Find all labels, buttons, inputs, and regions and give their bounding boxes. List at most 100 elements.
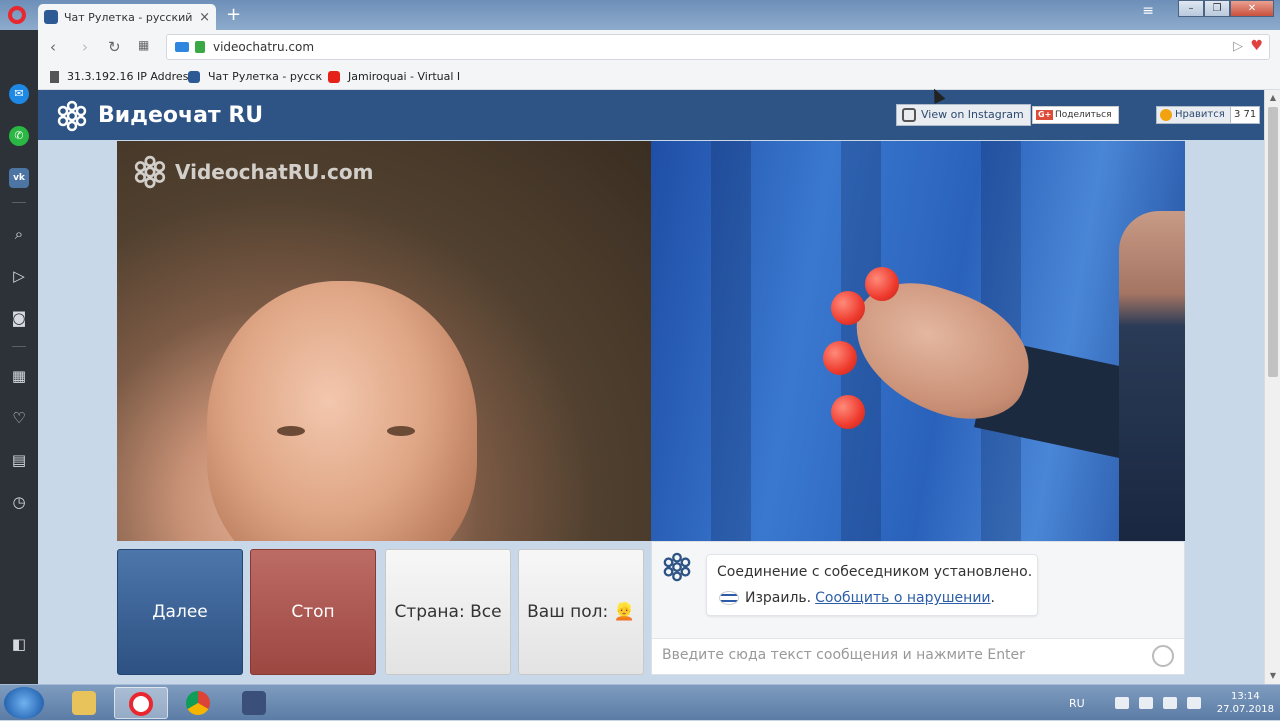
- back-button[interactable]: ‹: [50, 38, 56, 56]
- local-video: VideochatRU.com: [117, 141, 651, 541]
- like-count: 3 71: [1230, 106, 1261, 124]
- opera-logo-icon[interactable]: [8, 6, 26, 24]
- screen-recorder-icon: [242, 691, 266, 715]
- bookmark-jamiroquai[interactable]: Jamiroquai - Virtual I: [328, 70, 460, 83]
- address-bar[interactable]: videochatru.com ▷ ♥: [166, 34, 1270, 60]
- browser-menu-icon[interactable]: ≡: [1142, 3, 1154, 19]
- gender-select-button[interactable]: Ваш пол: 👱: [518, 549, 644, 675]
- video-watermark: VideochatRU.com: [133, 155, 373, 189]
- curtain-fold: [711, 141, 751, 541]
- google-plus-icon: G+: [1036, 110, 1054, 120]
- bookmark-label: 31.3.192.16 IP Addres: [67, 70, 189, 83]
- taskbar-screen-recorder[interactable]: [228, 687, 282, 719]
- site-title[interactable]: Видеочат RU: [98, 103, 263, 128]
- windows-taskbar: RU 13:14 27.07.2018: [0, 684, 1280, 720]
- history-icon[interactable]: ◷: [9, 492, 29, 512]
- report-violation-link[interactable]: Сообщить о нарушении: [815, 590, 990, 606]
- device-icon[interactable]: [1138, 697, 1153, 709]
- odnoklassniki-icon: [1160, 109, 1172, 121]
- partner-country: Израиль.: [745, 590, 812, 606]
- page-scrollbar[interactable]: ▲ ▼: [1264, 90, 1280, 684]
- heart-icon[interactable]: ♡: [9, 408, 29, 428]
- chat-input-row: [652, 638, 1184, 674]
- lock-icon[interactable]: [195, 41, 205, 53]
- browser-tab[interactable]: Чат Рулетка - русский ви ×: [38, 4, 216, 30]
- chat-message-input[interactable]: [662, 647, 1142, 663]
- site-header: Видеочат RU View on Instagram G+ Поделит…: [38, 90, 1264, 140]
- search-icon[interactable]: ⌕: [9, 224, 29, 244]
- close-window-button[interactable]: ✕: [1230, 0, 1274, 17]
- site-favicon-icon: [44, 10, 58, 24]
- camera-icon[interactable]: ◙: [9, 308, 29, 328]
- partner-person: [1119, 211, 1185, 541]
- volume-icon[interactable]: [1186, 697, 1201, 709]
- speed-dial-icon[interactable]: ▦: [9, 366, 29, 386]
- scroll-up-arrow-icon[interactable]: ▲: [1265, 90, 1280, 106]
- taskbar-explorer[interactable]: [58, 687, 112, 719]
- opera-sidebar: ✉ ✆ vk ⌕ ▷ ◙ ▦ ♡ ▤ ◷ ◧: [0, 30, 38, 684]
- clock-time: 13:14: [1230, 691, 1260, 702]
- taskbar-opera[interactable]: [114, 687, 168, 719]
- israel-flag-icon: [719, 591, 739, 605]
- network-icon[interactable]: [1162, 697, 1177, 709]
- country-filter-button[interactable]: Страна: Все: [385, 549, 511, 675]
- stop-button[interactable]: Стоп: [250, 549, 376, 675]
- eye: [277, 426, 305, 436]
- page: Видеочат RU View on Instagram G+ Поделит…: [38, 90, 1264, 684]
- new-tab-button[interactable]: +: [226, 5, 241, 25]
- clock[interactable]: 13:14 27.07.2018: [1217, 690, 1274, 716]
- scroll-down-arrow-icon[interactable]: ▼: [1265, 668, 1280, 684]
- system-tray: RU 13:14 27.07.2018: [1069, 685, 1274, 721]
- reload-button[interactable]: ↻: [108, 38, 121, 56]
- chrome-icon: [186, 691, 210, 715]
- bookmark-label: Jamiroquai - Virtual I: [348, 70, 461, 83]
- red-ball: [831, 291, 865, 325]
- news-icon[interactable]: ▤: [9, 450, 29, 470]
- navigation-bar: ‹ › ↻ ▦ videochatru.com ▷ ♥: [38, 30, 1280, 64]
- maximize-button[interactable]: ❐: [1204, 0, 1230, 17]
- send-icon[interactable]: ▷: [9, 266, 29, 286]
- emoji-smile-icon[interactable]: [1152, 645, 1174, 667]
- red-ball: [823, 341, 857, 375]
- view-on-instagram-button[interactable]: View on Instagram: [896, 104, 1031, 126]
- site-logo-icon[interactable]: [56, 100, 88, 132]
- taskbar-chrome[interactable]: [172, 687, 226, 719]
- instagram-icon: [902, 108, 916, 122]
- flag-icon[interactable]: [1114, 697, 1129, 709]
- connection-status-text: Соединение с собеседником установлено.: [717, 564, 1033, 580]
- language-indicator[interactable]: RU: [1069, 697, 1085, 710]
- vk-icon[interactable]: vk: [9, 168, 29, 188]
- minimize-button[interactable]: –: [1178, 0, 1204, 17]
- clock-date: 27.07.2018: [1216, 704, 1274, 715]
- messenger-icon[interactable]: ✉: [9, 84, 29, 104]
- url-text[interactable]: videochatru.com: [213, 40, 314, 54]
- page-icon: [50, 70, 59, 83]
- partner-country-line: Израиль. Сообщить о нарушении .: [719, 590, 995, 606]
- start-button[interactable]: [4, 687, 44, 719]
- sidebar-toggle-icon[interactable]: ◧: [9, 634, 29, 654]
- send-icon[interactable]: ▷: [1233, 39, 1243, 54]
- browser-titlebar: Чат Рулетка - русский ви × + ≡ – ❐ ✕: [0, 0, 1280, 30]
- opera-icon: [129, 692, 153, 716]
- like-label: Нравится: [1175, 109, 1225, 120]
- share-button[interactable]: G+ Поделиться: [1032, 106, 1119, 124]
- scroll-thumb[interactable]: [1268, 107, 1278, 377]
- bookmarks-bar: 31.3.192.16 IP Addres Чат Рулетка - русс…: [38, 64, 1280, 90]
- bookmark-chat-roulette[interactable]: Чат Рулетка - русск: [188, 70, 322, 83]
- next-button[interactable]: Далее: [117, 549, 243, 675]
- whatsapp-icon[interactable]: ✆: [9, 126, 29, 146]
- system-message-bubble: Соединение с собеседником установлено. И…: [706, 554, 1038, 616]
- bookmark-ip-address[interactable]: 31.3.192.16 IP Addres: [50, 70, 188, 83]
- site-logo-icon: [188, 70, 200, 83]
- share-label: Поделиться: [1055, 110, 1112, 120]
- report-suffix: .: [990, 590, 995, 606]
- site-logo-icon: [134, 155, 166, 189]
- folder-icon: [72, 691, 96, 715]
- tab-title: Чат Рулетка - русский ви: [64, 10, 196, 24]
- red-ball: [831, 395, 865, 429]
- tab-overview-button[interactable]: ▦: [138, 38, 149, 52]
- instagram-label: View on Instagram: [921, 108, 1024, 121]
- heart-icon[interactable]: ♥: [1250, 38, 1263, 54]
- tab-close-icon[interactable]: ×: [199, 10, 210, 25]
- forward-button[interactable]: ›: [82, 38, 88, 56]
